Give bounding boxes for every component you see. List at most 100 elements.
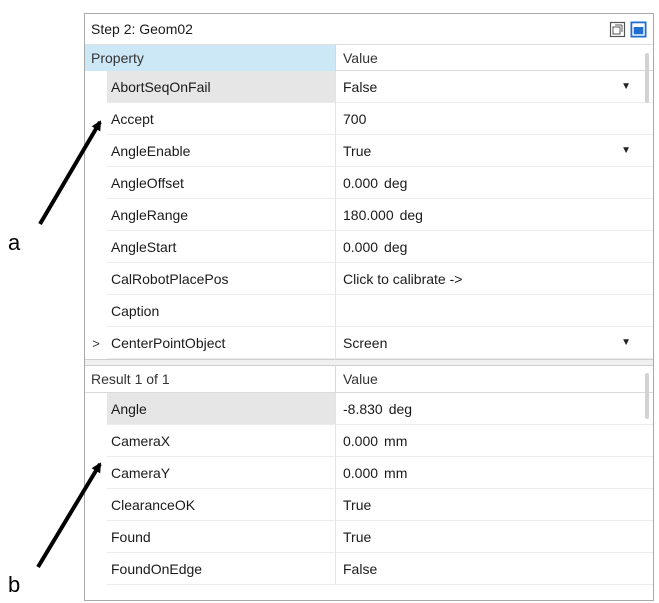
result-name[interactable]: Found bbox=[107, 521, 335, 553]
results-scrollbar[interactable] bbox=[645, 373, 649, 419]
value-text-group: True bbox=[343, 497, 371, 513]
expand-toggle[interactable]: > bbox=[85, 327, 107, 359]
result-row[interactable]: Found True bbox=[85, 521, 653, 553]
expand-toggle bbox=[85, 263, 107, 295]
expand-toggle bbox=[85, 553, 107, 585]
value-text: -8.830 bbox=[343, 400, 383, 417]
property-column-header[interactable]: Property bbox=[85, 45, 335, 71]
result-name[interactable]: CameraY bbox=[107, 457, 335, 489]
result-value[interactable]: -8.830 deg bbox=[335, 393, 653, 425]
property-name[interactable]: AbortSeqOnFail bbox=[107, 71, 335, 103]
callout-b-label: b bbox=[8, 572, 21, 597]
value-text-group: True bbox=[343, 529, 371, 545]
value-text: 180.000 bbox=[343, 206, 394, 223]
property-name[interactable]: CalRobotPlacePos bbox=[107, 263, 335, 295]
value-text: 0.000 bbox=[343, 432, 379, 449]
property-name[interactable]: AngleStart bbox=[107, 231, 335, 263]
property-panel: Step 2: Geom02 Property Value AbortSeqOn… bbox=[84, 13, 654, 601]
pin-icon[interactable] bbox=[630, 21, 647, 38]
property-row[interactable]: AngleRange 180.000 deg bbox=[85, 199, 653, 231]
result-value[interactable]: 0.000 mm bbox=[335, 457, 653, 489]
property-value[interactable]: True ▼ bbox=[335, 135, 653, 167]
title-bar-icons bbox=[609, 21, 647, 38]
property-row[interactable]: > CenterPointObject Screen ▼ bbox=[85, 327, 653, 359]
value-text-group: 180.000 deg bbox=[343, 207, 423, 223]
property-row[interactable]: AngleStart 0.000 deg bbox=[85, 231, 653, 263]
result-name[interactable]: FoundOnEdge bbox=[107, 553, 335, 585]
property-row[interactable]: AngleOffset 0.000 deg bbox=[85, 167, 653, 199]
result-row[interactable]: CameraY 0.000 mm bbox=[85, 457, 653, 489]
expand-toggle bbox=[85, 425, 107, 457]
property-name[interactable]: AngleEnable bbox=[107, 135, 335, 167]
property-name[interactable]: AngleRange bbox=[107, 199, 335, 231]
result-count-header[interactable]: Result 1 of 1 bbox=[85, 366, 335, 392]
expand-toggle bbox=[85, 393, 107, 425]
results-header: Result 1 of 1 Value bbox=[85, 365, 653, 393]
expand-toggle bbox=[85, 103, 107, 135]
property-row[interactable]: Caption bbox=[85, 295, 653, 327]
result-value-column-header[interactable]: Value bbox=[335, 366, 653, 392]
property-value[interactable]: False ▼ bbox=[335, 71, 653, 103]
property-value[interactable]: 180.000 deg bbox=[335, 199, 653, 231]
result-value[interactable]: 0.000 mm bbox=[335, 425, 653, 457]
properties-header: Property Value bbox=[85, 45, 653, 71]
property-value[interactable]: 0.000 deg bbox=[335, 231, 653, 263]
value-text-group: False bbox=[343, 79, 377, 95]
result-name[interactable]: Angle bbox=[107, 393, 335, 425]
property-value[interactable]: 0.000 deg bbox=[335, 167, 653, 199]
value-text-group: Screen bbox=[343, 335, 387, 351]
value-text: False bbox=[343, 78, 378, 95]
value-text-group: 0.000 mm bbox=[343, 465, 407, 481]
value-unit: mm bbox=[384, 464, 408, 481]
value-text-group: False bbox=[343, 561, 377, 577]
window-restore-icon[interactable] bbox=[609, 21, 626, 38]
value-unit: deg bbox=[388, 400, 413, 417]
expand-toggle bbox=[85, 135, 107, 167]
property-row[interactable]: CalRobotPlacePos Click to calibrate -> bbox=[85, 263, 653, 295]
property-value[interactable]: Click to calibrate -> bbox=[335, 263, 653, 295]
result-row[interactable]: CameraX 0.000 mm bbox=[85, 425, 653, 457]
property-name[interactable]: Accept bbox=[107, 103, 335, 135]
callout-a-label: a bbox=[8, 230, 21, 255]
value-text-group: Click to calibrate -> bbox=[343, 271, 462, 287]
result-row[interactable]: FoundOnEdge False bbox=[85, 553, 653, 585]
property-row[interactable]: AbortSeqOnFail False ▼ bbox=[85, 71, 653, 103]
property-name[interactable]: AngleOffset bbox=[107, 167, 335, 199]
property-value[interactable]: 700 bbox=[335, 103, 653, 135]
results-grid: Result 1 of 1 Value Angle -8.830 deg Camera… bbox=[85, 365, 653, 585]
result-row[interactable]: Angle -8.830 deg bbox=[85, 393, 653, 425]
result-name[interactable]: CameraX bbox=[107, 425, 335, 457]
property-row[interactable]: AngleEnable True ▼ bbox=[85, 135, 653, 167]
value-column-header[interactable]: Value bbox=[335, 45, 653, 71]
result-row[interactable]: ClearanceOK True bbox=[85, 489, 653, 521]
dropdown-arrow-icon[interactable]: ▼ bbox=[621, 337, 631, 348]
properties-scrollbar[interactable] bbox=[645, 53, 649, 103]
property-name[interactable]: Caption bbox=[107, 295, 335, 327]
value-text-group: -8.830 deg bbox=[343, 401, 412, 417]
value-unit: deg bbox=[399, 206, 423, 223]
panel-title: Step 2: Geom02 bbox=[91, 21, 193, 37]
expand-toggle bbox=[85, 199, 107, 231]
result-value[interactable]: True bbox=[335, 489, 653, 521]
result-value[interactable]: True bbox=[335, 521, 653, 553]
dropdown-arrow-icon[interactable]: ▼ bbox=[621, 81, 631, 92]
result-value[interactable]: False bbox=[335, 553, 653, 585]
value-text: True bbox=[343, 528, 372, 545]
property-name[interactable]: CenterPointObject bbox=[107, 327, 335, 359]
expand-toggle bbox=[85, 231, 107, 263]
result-name[interactable]: ClearanceOK bbox=[107, 489, 335, 521]
properties-grid: Property Value AbortSeqOnFail False ▼ Accep… bbox=[85, 45, 653, 359]
value-text: 700 bbox=[343, 110, 367, 127]
value-unit: deg bbox=[384, 174, 408, 191]
expand-toggle bbox=[85, 457, 107, 489]
property-row[interactable]: Accept 700 bbox=[85, 103, 653, 135]
value-text-group: True bbox=[343, 143, 371, 159]
value-unit: mm bbox=[384, 432, 408, 449]
panel-title-bar: Step 2: Geom02 bbox=[85, 14, 653, 45]
value-text: True bbox=[343, 496, 372, 513]
property-value[interactable]: Screen ▼ bbox=[335, 327, 653, 359]
value-text: 0.000 bbox=[343, 174, 379, 191]
dropdown-arrow-icon[interactable]: ▼ bbox=[621, 145, 631, 156]
value-unit: deg bbox=[384, 238, 408, 255]
property-value[interactable] bbox=[335, 295, 653, 327]
